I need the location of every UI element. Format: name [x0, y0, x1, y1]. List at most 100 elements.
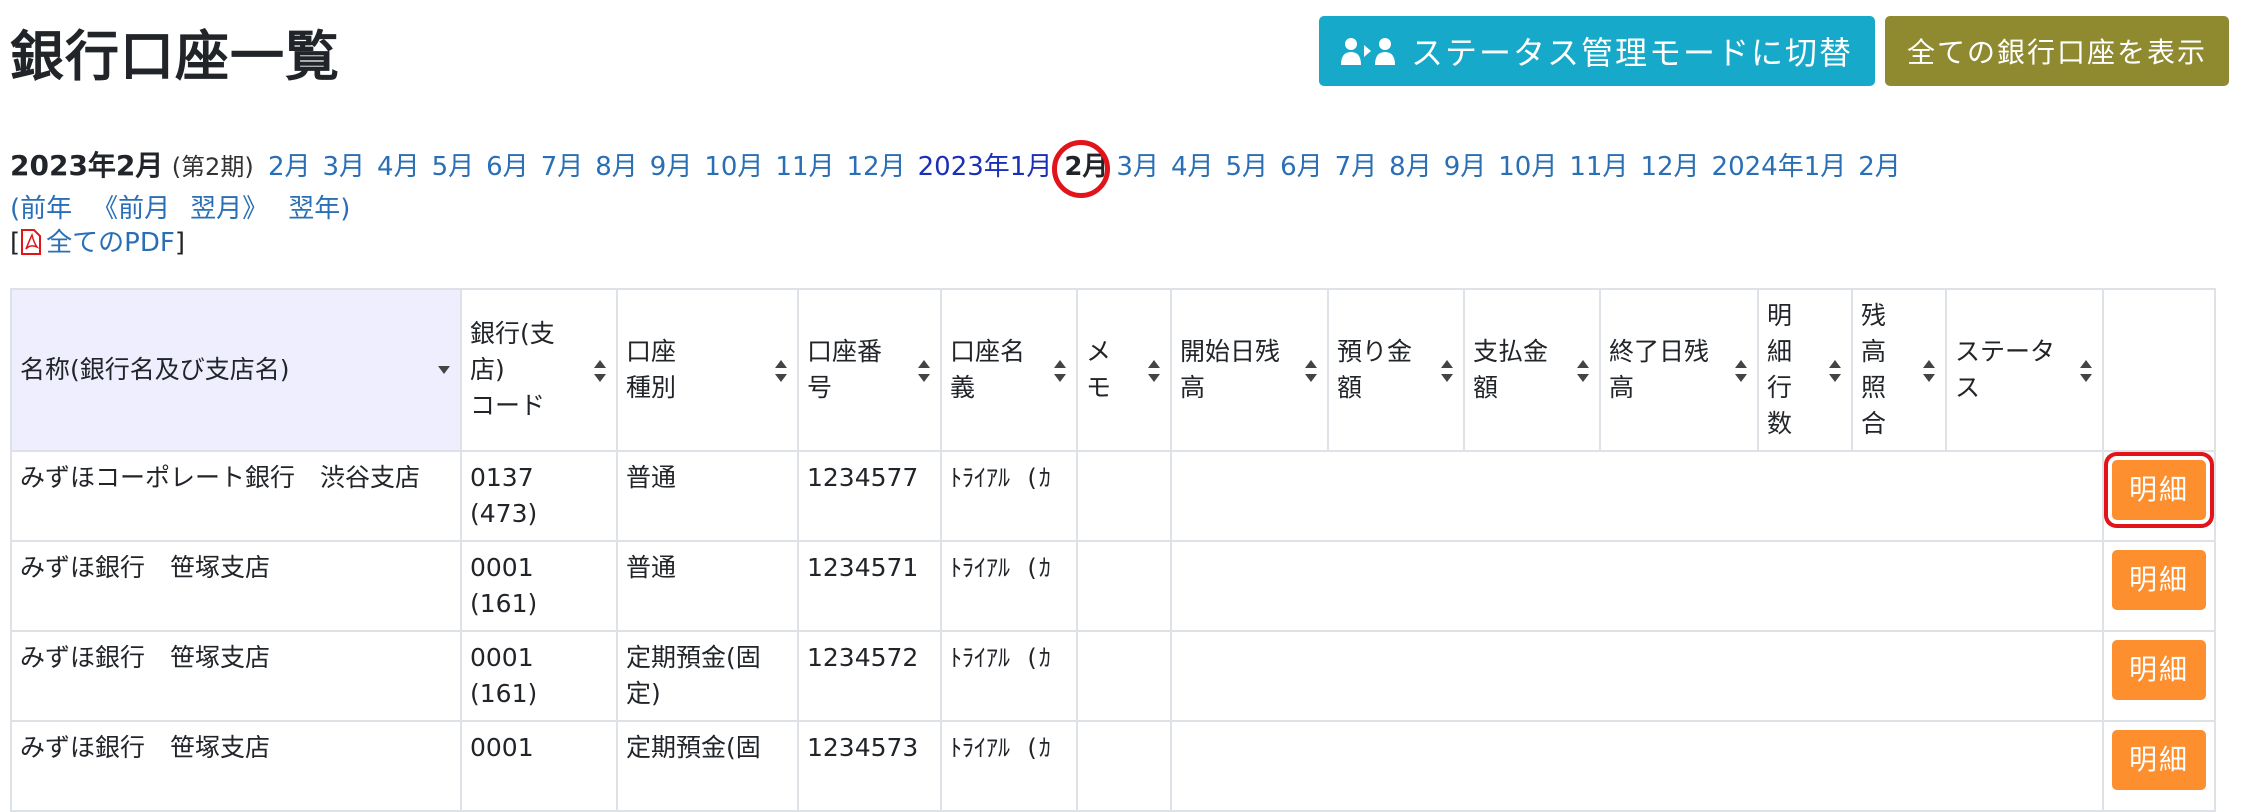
- month-link[interactable]: 11月: [1569, 152, 1628, 182]
- header-text: 種別: [626, 373, 677, 402]
- sort-icon: [594, 360, 606, 382]
- header-text: 義: [950, 373, 976, 402]
- header-memo[interactable]: メモ: [1076, 288, 1172, 452]
- sort-icon: [1577, 360, 1589, 382]
- page-title: 銀行口座一覧: [10, 25, 340, 88]
- next-month-link[interactable]: 翌月》: [190, 194, 268, 224]
- month-link[interactable]: 4月: [1171, 152, 1214, 182]
- header-opening-balance[interactable]: 開始日残高: [1170, 288, 1329, 452]
- header-text: 高: [1861, 337, 1887, 366]
- header-text: 高: [1180, 373, 1206, 402]
- month-link[interactable]: 12月: [847, 152, 906, 182]
- header-text: 開始日残: [1180, 337, 1281, 366]
- month-link-2024-01[interactable]: 2024年1月: [1712, 152, 1847, 182]
- header-text: 細: [1767, 337, 1793, 366]
- header-deposit-amount[interactable]: 預り金額: [1327, 288, 1465, 452]
- cell-account-holder: ﾄﾗｲｱﾙ (ｶ: [940, 630, 1078, 722]
- header-payment-amount[interactable]: 支払金額: [1463, 288, 1601, 452]
- header-name[interactable]: 名称(銀行名及び支店名): [10, 288, 462, 452]
- next-year-link[interactable]: 翌年): [288, 194, 350, 224]
- sort-icon: [1305, 360, 1317, 382]
- sort-icon: [2080, 360, 2092, 382]
- fiscal-term: (第2期): [171, 153, 254, 181]
- top-actions: ステータス管理モードに切替 全ての銀行口座を表示: [1318, 16, 2229, 86]
- cell-account-number: 1234572: [797, 630, 942, 722]
- table-row: みずほコーポレート銀行 渋谷支店 0137 (473) 普通 1234577 ﾄﾗ…: [10, 450, 2216, 542]
- month-link[interactable]: 4月: [377, 152, 420, 182]
- sort-icon: [918, 360, 930, 382]
- month-link[interactable]: 3月: [1116, 152, 1159, 182]
- branch-code: (161): [470, 679, 538, 708]
- header-status[interactable]: ステータス: [1945, 288, 2104, 452]
- month-link[interactable]: 7月: [541, 152, 584, 182]
- prev-month-link[interactable]: 《前月: [92, 194, 170, 224]
- header-text: 銀行(支: [470, 319, 555, 348]
- month-link[interactable]: 6月: [486, 152, 529, 182]
- month-link[interactable]: 10月: [704, 152, 763, 182]
- sort-desc-icon: [438, 366, 450, 374]
- bracket-close: ]: [174, 228, 185, 258]
- status-mode-button[interactable]: ステータス管理モードに切替: [1318, 16, 1875, 86]
- prev-year-link[interactable]: (前年: [10, 194, 72, 224]
- detail-button[interactable]: 明細: [2112, 460, 2206, 520]
- all-pdf-link[interactable]: 全てのPDF: [20, 228, 175, 258]
- cell-memo: [1076, 540, 1172, 632]
- month-link[interactable]: 7月: [1335, 152, 1378, 182]
- cell-bank-code: 0001: [460, 720, 618, 812]
- period-selector: 2023年2月 (第2期) 2月 3月 4月 5月 6月 7月 8月 9月 10月 11月 12月 2…: [10, 148, 1913, 185]
- header-closing-balance[interactable]: 終了日残高: [1599, 288, 1759, 452]
- header-text: 預り金: [1337, 337, 1413, 366]
- cell-account-type: 定期預金(固定): [616, 630, 799, 722]
- header-balance-check[interactable]: 残高照合: [1851, 288, 1947, 452]
- cell-account-number: 1234571: [797, 540, 942, 632]
- cell-actions: 明細: [2102, 450, 2216, 542]
- table-row: みずほ銀行 笹塚支店 0001 (161) 定期預金(固定) 1234572 ﾄﾗ…: [10, 630, 2216, 722]
- header-text: 合: [1861, 409, 1887, 438]
- sort-icon: [1829, 360, 1841, 382]
- month-link[interactable]: 8月: [595, 152, 638, 182]
- cell-name: みずほ銀行 笹塚支店: [10, 540, 462, 632]
- header-text: 名称(銀行名及び支店名): [20, 355, 290, 384]
- cell-memo: [1076, 630, 1172, 722]
- month-link[interactable]: 11月: [775, 152, 834, 182]
- header-text: 額: [1473, 373, 1499, 402]
- month-link-selected[interactable]: 2月: [1064, 152, 1108, 182]
- month-link[interactable]: 3月: [323, 152, 366, 182]
- month-link[interactable]: 9月: [650, 152, 693, 182]
- header-line-count[interactable]: 明細行数: [1757, 288, 1853, 452]
- month-link[interactable]: 10月: [1498, 152, 1557, 182]
- show-all-accounts-button[interactable]: 全ての銀行口座を表示: [1884, 16, 2229, 86]
- month-link[interactable]: 8月: [1389, 152, 1432, 182]
- cell-empty: [1170, 450, 2104, 542]
- cell-name: みずほ銀行 笹塚支店: [10, 630, 462, 722]
- header-text: 高: [1609, 373, 1635, 402]
- month-link-2023-01[interactable]: 2023年1月: [918, 152, 1053, 182]
- month-link[interactable]: 2月: [1858, 152, 1901, 182]
- header-text: コード: [470, 391, 546, 420]
- cell-bank-code: 0137 (473): [460, 450, 618, 542]
- pdf-icon: [20, 229, 42, 262]
- header-bank-code[interactable]: 銀行(支 店) コード: [460, 288, 618, 452]
- header-text: 終了日残: [1609, 337, 1710, 366]
- header-actions: [2102, 288, 2216, 452]
- month-link[interactable]: 5月: [432, 152, 475, 182]
- header-text: モ: [1086, 373, 1112, 402]
- month-link[interactable]: 2月: [268, 152, 311, 182]
- detail-button[interactable]: 明細: [2112, 730, 2206, 790]
- month-link[interactable]: 9月: [1444, 152, 1487, 182]
- header-account-type[interactable]: 口座 種別: [616, 288, 799, 452]
- header-account-number[interactable]: 口座番号: [797, 288, 942, 452]
- branch-code: (473): [470, 499, 538, 528]
- month-link[interactable]: 12月: [1640, 152, 1699, 182]
- cell-empty: [1170, 720, 2104, 812]
- detail-button[interactable]: 明細: [2112, 640, 2206, 700]
- month-link[interactable]: 6月: [1280, 152, 1323, 182]
- bracket-open: [: [10, 228, 21, 258]
- header-text: メ: [1086, 337, 1112, 366]
- header-account-holder[interactable]: 口座名義: [940, 288, 1078, 452]
- month-link[interactable]: 5月: [1226, 152, 1269, 182]
- cell-actions: 明細: [2102, 540, 2216, 632]
- header-text: ス: [1955, 373, 1981, 402]
- cell-empty: [1170, 630, 2104, 722]
- detail-button[interactable]: 明細: [2112, 550, 2206, 610]
